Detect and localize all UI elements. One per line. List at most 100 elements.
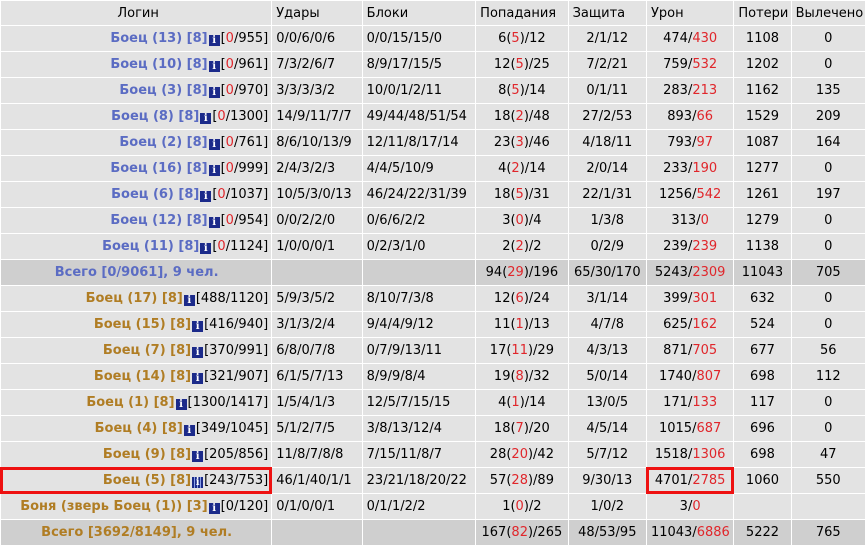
- column-header[interactable]: Блоки: [362, 1, 476, 25]
- total-row: Всего [0/9061], 9 чел. 94(29)/196 65/30/17…: [1, 260, 865, 285]
- damage-crit: 807: [696, 369, 722, 384]
- healed-cell: 135: [791, 78, 865, 103]
- player-name-link[interactable]: Боец (3) [8]: [119, 83, 207, 98]
- player-name-link[interactable]: Боец (12) [8]: [110, 213, 207, 228]
- accuracy-value: 18: [493, 187, 511, 202]
- healed-cell: 0: [791, 234, 865, 259]
- player-name-link[interactable]: Боец (4) [8]: [95, 421, 183, 436]
- accuracy-total: 48: [533, 109, 550, 124]
- info-icon[interactable]: i: [208, 165, 220, 176]
- accuracy-value: 11: [493, 317, 511, 332]
- accuracy-crit: 2: [515, 239, 524, 254]
- player-name-link[interactable]: Боец (6) [8]: [111, 187, 199, 202]
- blocks-cell: 4/4/5/10/9: [362, 156, 476, 181]
- hits-cell: 14/9/11/7/7: [272, 104, 362, 129]
- team2-row: Боец (17) [8] i [488/1120] 5/9/3/5/2 8/10/7/…: [1, 286, 865, 311]
- info-icon[interactable]: i: [183, 295, 195, 306]
- hp-value: [0/955]: [220, 31, 269, 46]
- defense-cell: 5/7/12: [568, 442, 646, 467]
- info-icon[interactable]: i: [175, 399, 187, 410]
- damage-total: 871: [663, 343, 688, 358]
- hp-value: [0/954]: [220, 213, 269, 228]
- column-header[interactable]: Логин: [1, 1, 272, 25]
- player-name-link[interactable]: Боец (8) [8]: [111, 109, 199, 124]
- info-icon[interactable]: i: [208, 35, 220, 46]
- column-header[interactable]: Урон: [646, 1, 734, 25]
- losses-cell: [734, 494, 791, 519]
- info-icon[interactable]: i: [200, 191, 212, 202]
- player-name-link[interactable]: Боец (17) [8]: [86, 291, 183, 306]
- player-name-link[interactable]: Боец (9) [8]: [103, 447, 191, 462]
- accuracy-value: 2: [502, 239, 511, 254]
- info-icon[interactable]: i: [208, 503, 220, 514]
- healed-cell: 164: [791, 130, 865, 155]
- info-icon[interactable]: i: [192, 373, 204, 384]
- hp-current: 0: [217, 187, 226, 202]
- accuracy-crit: 11: [511, 343, 528, 358]
- info-icon[interactable]: i: [183, 425, 195, 436]
- info-icon[interactable]: i: [192, 321, 204, 332]
- damage-cell: 871/705: [646, 338, 734, 363]
- hp-value: [205/856]: [204, 447, 269, 462]
- damage-cell: 1256/542: [646, 182, 734, 207]
- info-icon[interactable]: i: [192, 347, 204, 358]
- player-name-link[interactable]: Боец (10) [8]: [110, 57, 207, 72]
- accuracy-total: 24: [533, 291, 550, 306]
- info-icon[interactable]: i: [192, 477, 204, 488]
- accuracy-crit: 5: [515, 187, 524, 202]
- column-header[interactable]: Защита: [568, 1, 646, 25]
- losses-cell: 1138: [734, 234, 791, 259]
- info-icon[interactable]: i: [208, 61, 220, 72]
- column-header[interactable]: Удары: [272, 1, 362, 25]
- hp-max: 1124: [230, 239, 264, 254]
- accuracy-crit: 2: [511, 161, 520, 176]
- damage-cell: 759/532: [646, 52, 734, 77]
- team2-row: Боец (1) [8] i [1300/1417] 1/5/4/1/3 12/5/7/…: [1, 390, 865, 415]
- damage-total: 283: [663, 83, 688, 98]
- damage-crit: 6886: [696, 525, 730, 540]
- accuracy-crit: 6: [515, 291, 524, 306]
- accuracy-cell: 2(2)/2: [476, 234, 568, 259]
- player-name-link[interactable]: Боец (14) [8]: [94, 369, 191, 384]
- accuracy-total: 20: [533, 421, 550, 436]
- hp-value: [0/961]: [220, 57, 269, 72]
- damage-cell: 793/97: [646, 130, 734, 155]
- info-icon[interactable]: i: [208, 139, 220, 150]
- player-name-link[interactable]: Боец (11) [8]: [102, 239, 199, 254]
- accuracy-value: 4: [498, 161, 507, 176]
- player-name-link[interactable]: Боец (2) [8]: [119, 135, 207, 150]
- player-name-link[interactable]: Боец (5) [8]: [103, 473, 191, 488]
- info-icon[interactable]: i: [192, 451, 204, 462]
- player-name-link[interactable]: Боец (1) [8]: [86, 395, 174, 410]
- hp-value: [0/970]: [220, 83, 269, 98]
- info-icon[interactable]: i: [208, 217, 220, 228]
- login-cell: Боец (5) [8] i [243/753]: [0, 467, 273, 494]
- column-header[interactable]: Попадания: [476, 1, 568, 25]
- info-icon[interactable]: i: [208, 87, 220, 98]
- damage-crit: 66: [696, 109, 714, 124]
- accuracy-value: 19: [493, 369, 511, 384]
- player-name-link[interactable]: Боец (13) [8]: [110, 31, 207, 46]
- login-cell: Боец (14) [8] i [321/907]: [1, 364, 272, 389]
- info-icon[interactable]: i: [200, 113, 212, 124]
- info-icon[interactable]: i: [200, 243, 212, 254]
- accuracy-cell: 17(11)/29: [476, 338, 568, 363]
- column-header[interactable]: Потери: [734, 1, 791, 25]
- losses-cell: 696: [734, 416, 791, 441]
- hits-cell: 3/1/3/2/4: [272, 312, 362, 337]
- damage-crit: 213: [692, 83, 718, 98]
- accuracy-value: 94: [485, 265, 503, 280]
- hits-cell: 10/5/3/0/13: [272, 182, 362, 207]
- player-name-link[interactable]: Боец (16) [8]: [110, 161, 207, 176]
- player-name-link[interactable]: Боня (зверь Боец (1)) [3]: [20, 499, 207, 514]
- accuracy-total: 14: [529, 83, 546, 98]
- empty-cell: [362, 520, 476, 545]
- player-name-link[interactable]: Боец (15) [8]: [94, 317, 191, 332]
- player-name-link[interactable]: Боец (7) [8]: [103, 343, 191, 358]
- column-header[interactable]: Вылечено: [791, 1, 865, 25]
- team1-row: Боец (2) [8] i [0/761] 8/6/10/13/9 12/11/8/1…: [1, 130, 865, 155]
- blocks-cell: 12/5/7/15/15: [362, 390, 476, 415]
- login-cell: Боец (11) [8] i [0/1124]: [1, 234, 272, 259]
- team1-row: Боец (13) [8] i [0/955] 0/0/6/0/6 0/0/15/15/…: [1, 26, 865, 51]
- losses-cell: 117: [734, 390, 791, 415]
